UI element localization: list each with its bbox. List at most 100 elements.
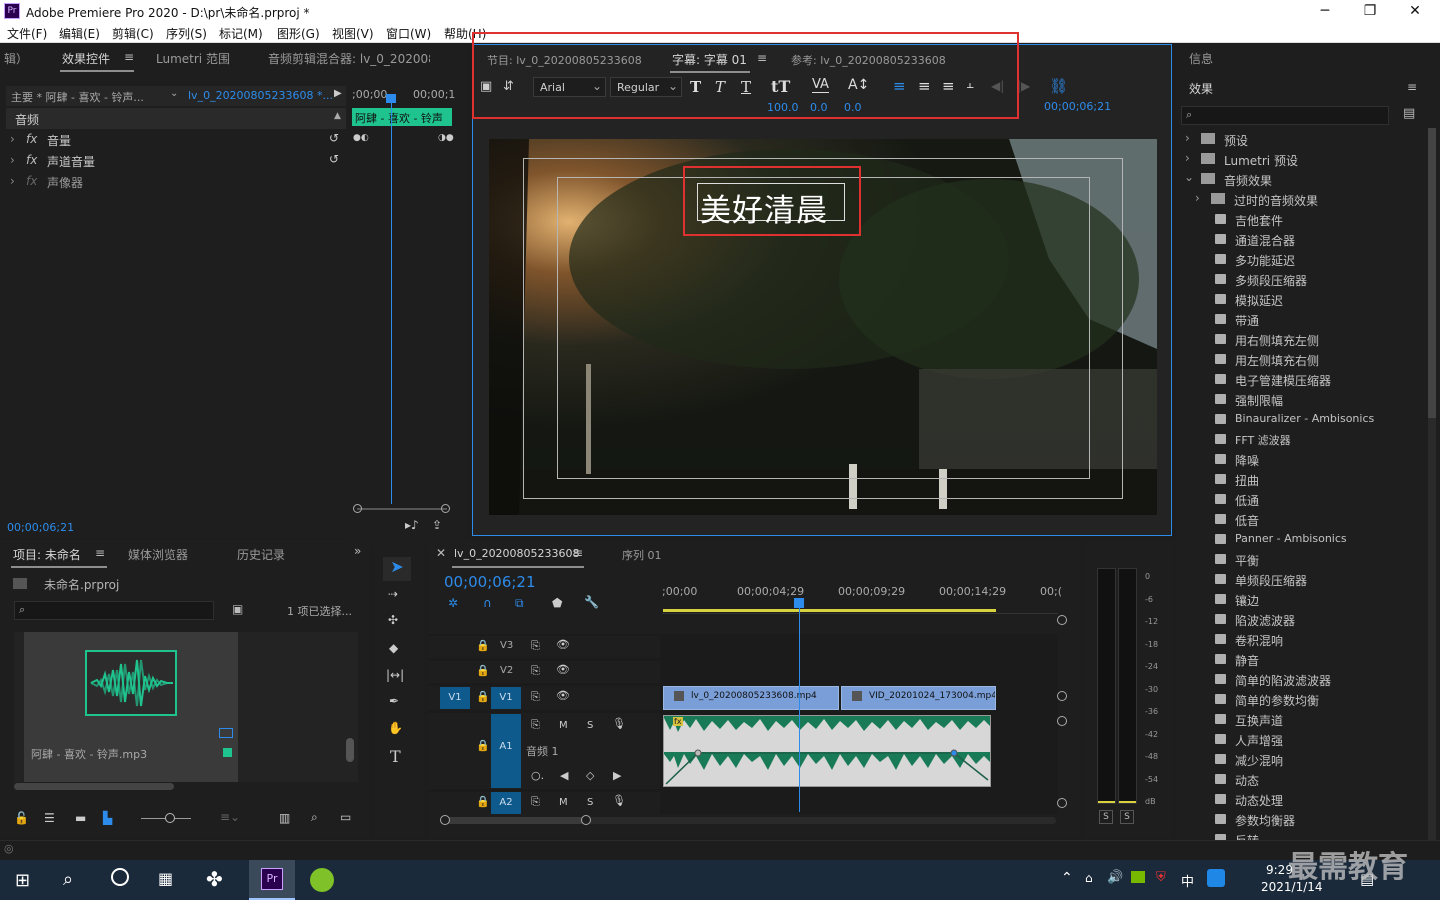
find-icon[interactable]: ▣ xyxy=(232,602,243,616)
solo-right-button[interactable]: S xyxy=(1120,810,1134,824)
scrollbar-thumb[interactable] xyxy=(1428,128,1436,418)
effect-list-item[interactable]: 参数均衡器 xyxy=(1195,810,1425,830)
mini-clip-bar[interactable]: 阿肆 - 喜欢 - 铃声 xyxy=(352,108,452,126)
eye-icon[interactable]: 👁 xyxy=(556,638,570,651)
close-button[interactable]: ✕ xyxy=(1392,0,1438,22)
icon-view-icon[interactable]: ▬ xyxy=(75,811,86,825)
effect-list-item[interactable]: 人声增强 xyxy=(1195,730,1425,750)
project-search-input[interactable]: ⌕ xyxy=(14,601,214,620)
tab-sequence-main[interactable]: lv_0_20200805233608 xyxy=(454,547,580,560)
timeline-timecode[interactable]: 00;00;06;21 xyxy=(444,573,536,591)
effect-list-item[interactable]: 降噪 xyxy=(1195,450,1425,470)
chevron-up-icon[interactable]: ⌃ xyxy=(1061,870,1073,886)
panel-menu-icon[interactable]: ≡ xyxy=(124,50,134,64)
effect-list-item[interactable]: 动态处理 xyxy=(1195,790,1425,810)
source-label[interactable]: 主要 * 阿肆 - 喜欢 - 铃声... xyxy=(11,89,144,105)
menu-view[interactable]: 视图(V) xyxy=(332,25,374,42)
task-view-icon[interactable]: ▦ xyxy=(158,869,173,888)
effect-controls-timecode[interactable]: 00;00;06;21 xyxy=(7,521,74,534)
panel-menu-icon[interactable]: ≡ xyxy=(573,546,583,560)
reset-icon[interactable]: ↺ xyxy=(329,131,339,145)
expand-chevron-icon[interactable]: › xyxy=(10,132,15,146)
work-area-bar[interactable] xyxy=(663,609,996,612)
effect-row-panner[interactable]: › fx 声像器 xyxy=(6,171,346,192)
solo-left-button[interactable]: S xyxy=(1099,810,1113,824)
fx-badge[interactable]: fx xyxy=(26,174,37,188)
add-marker-icon[interactable]: ⬟ xyxy=(552,596,562,610)
scroll-handle[interactable] xyxy=(1057,798,1067,808)
minimize-button[interactable]: ─ xyxy=(1302,0,1348,22)
sync-icon[interactable]: ⎘ xyxy=(531,795,540,809)
scroll-handle[interactable] xyxy=(1057,716,1067,726)
effect-list-item[interactable]: Panner - Ambisonics xyxy=(1195,530,1425,550)
next-keyframe-icon[interactable]: ▶ xyxy=(613,769,621,782)
effect-list-item[interactable]: 低音 xyxy=(1195,510,1425,530)
collapse-up-icon[interactable]: ▲ xyxy=(334,111,341,121)
export-icon[interactable]: ⇪ xyxy=(432,518,442,532)
effect-list-item[interactable]: Binauralizer - Ambisonics xyxy=(1195,410,1425,430)
scroll-handle-left[interactable] xyxy=(440,815,450,825)
effect-list-item[interactable]: 单频段压缩器 xyxy=(1195,570,1425,590)
effect-list-item[interactable]: 吉他套件 xyxy=(1195,210,1425,230)
expand-chevron-icon[interactable]: › xyxy=(1185,151,1190,165)
effect-list-item[interactable]: 陷波滤波器 xyxy=(1195,610,1425,630)
tab-sequence-01[interactable]: 序列 01 xyxy=(622,547,662,563)
effect-list-item[interactable]: 减少混响 xyxy=(1195,750,1425,770)
effect-list-item[interactable]: 扭曲 xyxy=(1195,470,1425,490)
sync-icon[interactable]: ⎘ xyxy=(531,639,540,653)
chevron-down-icon[interactable]: ⌄ xyxy=(170,88,178,99)
menu-window[interactable]: 窗口(W) xyxy=(386,25,431,42)
expand-chevron-icon[interactable]: › xyxy=(10,174,15,188)
scroll-handle[interactable] xyxy=(1057,615,1067,625)
mini-playhead[interactable] xyxy=(391,96,392,504)
keyframe-toggle-icon[interactable]: ○. xyxy=(531,769,544,782)
video-clip[interactable]: VID_20201024_173004.mp4 xyxy=(841,686,996,710)
play-only-audio-icon[interactable]: ▸♪ xyxy=(405,518,419,532)
type-tool[interactable]: T xyxy=(390,747,401,766)
effect-row-volume[interactable]: › fx 音量 ↺ xyxy=(6,129,346,150)
nvidia-icon[interactable] xyxy=(1131,871,1145,883)
add-keyframe-icon[interactable]: ◇ xyxy=(586,769,594,782)
magnet-icon[interactable]: ∩ xyxy=(483,596,492,610)
source-patch-v1[interactable]: V1 xyxy=(440,687,470,709)
tree-item-obsolete-audio[interactable]: › 过时的音频效果 xyxy=(1193,190,1423,210)
tab-lumetri-scopes[interactable]: Lumetri 范围 xyxy=(156,50,230,67)
effect-list-item[interactable]: 简单的陷波滤波器 xyxy=(1195,670,1425,690)
eye-icon[interactable]: 👁 xyxy=(556,689,570,702)
scroll-handle[interactable] xyxy=(1057,691,1067,701)
effect-list-item[interactable]: 用左侧填充右侧 xyxy=(1195,350,1425,370)
timeline-zoom-thumb[interactable] xyxy=(446,817,584,824)
scroll-handle-right[interactable] xyxy=(581,815,591,825)
menu-graphics[interactable]: 图形(G) xyxy=(277,25,320,42)
solo-button[interactable]: S xyxy=(587,797,593,808)
expand-chevron-icon[interactable]: › xyxy=(10,153,15,167)
list-view-icon[interactable]: ☰ xyxy=(44,811,55,825)
track-name-a1[interactable]: 音频 1 xyxy=(526,743,559,759)
effect-list-item[interactable]: 多功能延迟 xyxy=(1195,250,1425,270)
zoom-slider-handle[interactable] xyxy=(165,813,175,823)
expand-chevron-icon[interactable]: › xyxy=(1185,131,1190,145)
vertical-scrollbar[interactable] xyxy=(346,738,354,762)
timeline-playhead[interactable] xyxy=(799,606,800,812)
effect-list-item[interactable]: 平衡 xyxy=(1195,550,1425,570)
effect-list-item[interactable]: 动态 xyxy=(1195,770,1425,790)
track-target-v1[interactable]: V1 xyxy=(491,687,521,709)
search-icon[interactable]: ⌕ xyxy=(63,869,73,890)
mute-button[interactable]: M xyxy=(559,720,568,731)
clip-thumbnail-card[interactable]: 阿肆 - 喜欢 - 铃声.mp3 xyxy=(24,632,238,782)
track-target-a2[interactable]: A2 xyxy=(491,792,521,814)
menu-file[interactable]: 文件(F) xyxy=(7,25,47,42)
volume-icon[interactable]: 🔊 xyxy=(1107,870,1123,885)
lock-icon[interactable]: 🔒 xyxy=(476,664,490,677)
more-panels-icon[interactable]: » xyxy=(354,544,361,558)
effect-list-item[interactable]: 镶边 xyxy=(1195,590,1425,610)
sync-icon[interactable]: ⎘ xyxy=(531,718,540,732)
melon-app-icon[interactable] xyxy=(310,868,334,892)
lock-icon[interactable]: 🔒 xyxy=(476,739,490,752)
effect-list-item[interactable]: 多频段压缩器 xyxy=(1195,270,1425,290)
ime-indicator[interactable]: 中 xyxy=(1181,871,1194,890)
effect-list-item[interactable]: 卷积混响 xyxy=(1195,630,1425,650)
horizontal-scrollbar[interactable] xyxy=(14,783,174,790)
tab-effects[interactable]: 效果 xyxy=(1189,80,1213,97)
reset-icon[interactable]: ↺ xyxy=(329,152,339,166)
